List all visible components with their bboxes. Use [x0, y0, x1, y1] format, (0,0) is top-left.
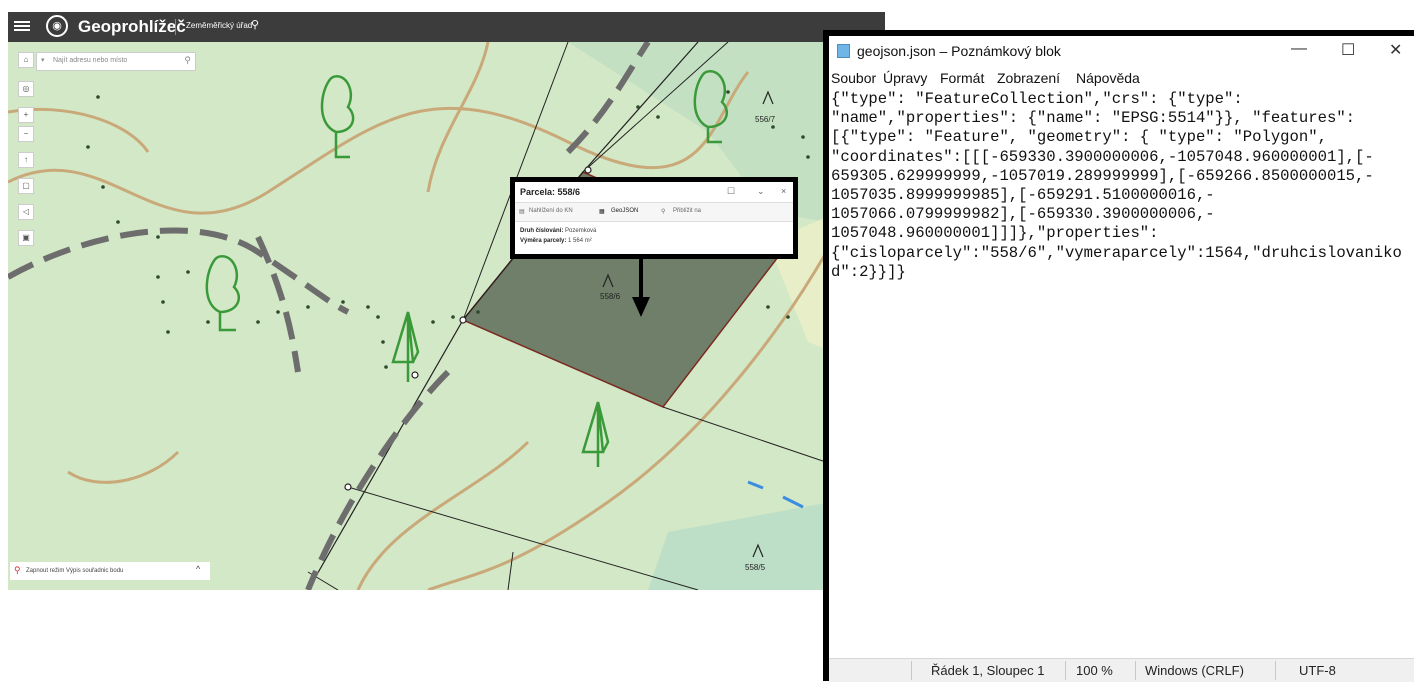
druh-value: Pozemková [565, 228, 597, 234]
notepad-icon [837, 44, 850, 58]
search-icon[interactable]: ⚲ [184, 55, 191, 66]
notepad-window: geojson.json – Poznámkový blok — ☐ ✕ Sou… [823, 30, 1414, 682]
location-pin-icon: ⚲ [14, 565, 21, 575]
map-canvas[interactable]: 556/7 558/6 558/5 [8, 12, 885, 590]
globe-logo-icon: ◉ [46, 15, 68, 37]
collapse-icon[interactable]: ⌄ [757, 186, 765, 197]
druh-label: Druh číslování: [520, 228, 564, 234]
text-line: d":2}}]} [831, 262, 906, 281]
vymera-value: 1 564 m² [568, 238, 592, 244]
maximize-icon[interactable]: ☐ [1341, 40, 1355, 60]
menu-soubor[interactable]: Soubor [831, 70, 876, 86]
menu-upravy[interactable]: Úpravy [883, 70, 927, 86]
hamburger-menu-icon[interactable] [14, 19, 30, 35]
app-header: ◉ Geoprohlížeč Zeměměřický úřad ⚲ [8, 12, 885, 42]
popup-row-vymera: Výměra parcely: 1 564 m² [520, 238, 592, 244]
zoom-in-icon[interactable]: + [18, 107, 34, 123]
status-divider [1275, 661, 1276, 680]
print-icon[interactable]: ▣ [18, 230, 34, 246]
popup-tabs: ▤ Nahlížení do KN ▦ GeoJSON ⚲ Přiblížit … [515, 202, 793, 222]
coordinate-mode-label[interactable]: Zapnout režim Výpis souřadnic bodu [26, 568, 123, 574]
coordinate-mode-toggle[interactable]: ⚲ Zapnout režim Výpis souřadnic bodu ^ [10, 562, 210, 580]
status-zoom: 100 % [1076, 663, 1113, 678]
zoom-to-icon[interactable]: ⚲ [661, 208, 665, 215]
close-icon[interactable]: × [781, 186, 786, 196]
menu-format[interactable]: Formát [940, 70, 984, 86]
status-position: Řádek 1, Sloupec 1 [931, 663, 1045, 678]
text-line: 1057066.0799999982],[-659330.3900000006,… [831, 205, 1215, 224]
compass-icon[interactable]: ◎ [18, 81, 34, 97]
text-line: "name","properties": {"name": "EPSG:5514… [831, 109, 1356, 128]
parcel-popup: Parcela: 558/6 ☐ ⌄ × ▤ Nahlížení do KN ▦… [510, 177, 798, 259]
tab-geojson-icon[interactable]: ▦ [599, 208, 605, 215]
parcel-label-556-7: 556/7 [755, 115, 776, 124]
header-divider [175, 19, 176, 35]
minimize-icon[interactable]: — [1291, 40, 1307, 58]
text-line: 1057048.960000001]]]},"properties": [831, 224, 1159, 243]
location-icon[interactable]: ↑ [18, 152, 34, 168]
tab-nahlizeni[interactable]: Nahlížení do KN [529, 208, 573, 214]
tab-geojson[interactable]: GeoJSON [611, 208, 638, 214]
search-box[interactable]: ▾ Najít adresu nebo místo ⚲ [36, 52, 196, 71]
layers-icon[interactable]: ▢ [18, 178, 34, 194]
notepad-frame: geojson.json – Poznámkový blok — ☐ ✕ Sou… [829, 36, 1414, 682]
zoom-out-icon[interactable]: − [18, 126, 34, 142]
vymera-label: Výměra parcely: [520, 238, 567, 244]
dock-icon[interactable]: ☐ [727, 186, 735, 197]
chevron-down-icon[interactable]: ▾ [41, 56, 45, 64]
text-line: [{"type": "Feature", "geometry": { "type… [831, 128, 1327, 147]
text-line: 659305.629999999,-1057019.289999999],[-6… [831, 166, 1374, 185]
tab-priblizit[interactable]: Přiblížit na [673, 208, 701, 214]
popup-title: Parcela: 558/6 [520, 187, 581, 197]
menu-zobrazeni[interactable]: Zobrazení [997, 70, 1060, 86]
notepad-title: geojson.json – Poznámkový blok [857, 43, 1061, 59]
app-subtitle: Zeměměřický úřad [186, 21, 253, 30]
home-icon[interactable]: ⌂ [18, 52, 34, 68]
measure-icon[interactable]: ◁ [18, 204, 34, 220]
status-divider [911, 661, 912, 680]
popup-row-druh: Druh číslování: Pozemková [520, 228, 596, 234]
tab-nahlizeni-icon[interactable]: ▤ [519, 208, 525, 215]
status-line-endings: Windows (CRLF) [1145, 663, 1244, 678]
pin-icon[interactable]: ⚲ [251, 18, 259, 31]
text-line: 1057035.8999999985],[-659291.5100000016,… [831, 186, 1215, 205]
geoprohlizec-window: 556/7 558/6 558/5 ◉ Geoprohlížeč Zeměměř… [8, 12, 885, 590]
parcel-label-558-6: 558/6 [600, 292, 621, 301]
parcel-label-558-5: 558/5 [745, 563, 766, 572]
text-line: {"type": "FeatureCollection","crs": {"ty… [831, 90, 1243, 108]
notepad-titlebar: geojson.json – Poznámkový blok — ☐ ✕ [829, 36, 1414, 66]
notepad-text-area[interactable]: {"type": "FeatureCollection","crs": {"ty… [831, 90, 1414, 282]
app-title: Geoprohlížeč [78, 17, 186, 36]
close-icon[interactable]: ✕ [1389, 40, 1402, 60]
status-divider [1065, 661, 1066, 680]
chevron-up-icon[interactable]: ^ [196, 564, 200, 574]
status-divider [1135, 661, 1136, 680]
menu-napoveda[interactable]: Nápověda [1076, 70, 1140, 86]
notepad-statusbar: Řádek 1, Sloupec 1 100 % Windows (CRLF) … [829, 658, 1414, 682]
status-encoding: UTF-8 [1299, 663, 1336, 678]
search-placeholder[interactable]: Najít adresu nebo místo [53, 57, 127, 64]
text-line: "coordinates":[[[-659330.3900000006,-105… [831, 147, 1374, 166]
text-line: {"cisloparcely":"558/6","vymeraparcely":… [831, 243, 1402, 262]
